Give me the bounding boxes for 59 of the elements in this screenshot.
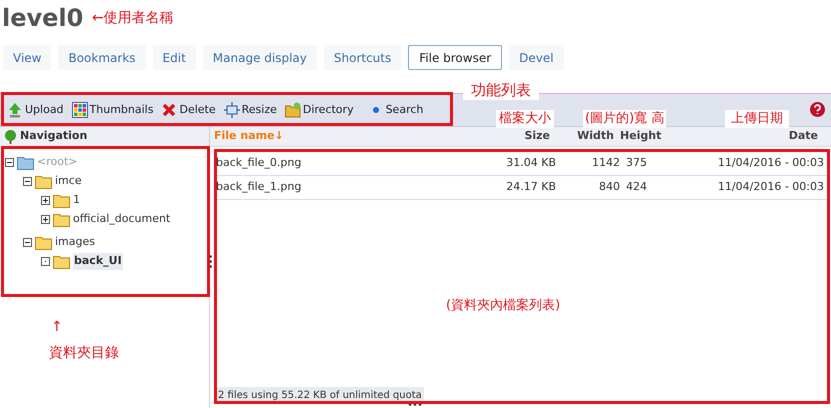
toggle-icon[interactable] bbox=[41, 257, 50, 266]
table-cell-text: 31.04 KB bbox=[505, 155, 556, 172]
toolbar-button[interactable]: Thumbnails bbox=[72, 102, 154, 118]
annotation: 資料夾目錄 bbox=[49, 344, 119, 362]
tab[interactable]: Devel bbox=[509, 45, 564, 70]
annotation: 上傳日期 bbox=[725, 110, 789, 128]
file-row[interactable]: back_file_1.png 24.17 KB 840 424 11/04/2016 - 00:03 bbox=[216, 176, 829, 200]
close-icon bbox=[161, 102, 178, 118]
toolbar-button[interactable]: Search bbox=[368, 102, 424, 118]
annotation: ←使用者名稱 bbox=[92, 9, 174, 27]
page-title: level0 bbox=[2, 4, 84, 32]
column-header[interactable]: Size bbox=[450, 128, 550, 145]
toggle-icon[interactable] bbox=[23, 177, 32, 186]
folder-name[interactable]: official_document bbox=[73, 211, 170, 228]
toggle-icon[interactable] bbox=[41, 196, 50, 205]
table-cell-text: back_file_0.png bbox=[216, 155, 302, 172]
panel-title: Navigation bbox=[20, 128, 88, 144]
table-cell-text: 840 bbox=[598, 179, 621, 196]
folder-name[interactable]: 1 bbox=[73, 192, 80, 209]
annotation: 功能列表 bbox=[463, 80, 539, 100]
table-cell-text: 24.17 KB bbox=[505, 179, 556, 196]
toolbar-button[interactable]: Upload bbox=[7, 102, 64, 118]
tab[interactable]: View bbox=[3, 45, 52, 70]
column-header[interactable]: Width bbox=[550, 128, 620, 145]
tab[interactable]: Edit bbox=[152, 45, 196, 70]
tab[interactable]: File browser bbox=[408, 45, 502, 70]
annotation: (資料夾內檔案列表) bbox=[446, 297, 560, 315]
tree-icon bbox=[4, 130, 17, 144]
toggle-icon[interactable] bbox=[41, 215, 50, 224]
table-cell-text: 424 bbox=[626, 179, 648, 196]
tab[interactable]: Shortcuts bbox=[324, 45, 402, 70]
annotation: ↑ bbox=[51, 318, 63, 336]
splitter-handle-icon[interactable] bbox=[209, 255, 212, 268]
upload-arrow-icon bbox=[7, 102, 23, 118]
table-cell-text: 11/04/2016 - 00:03 bbox=[716, 179, 824, 196]
toggle-icon[interactable] bbox=[5, 158, 14, 167]
column-header[interactable]: Date bbox=[670, 128, 818, 145]
table-cell-text: 11/04/2016 - 00:03 bbox=[716, 155, 824, 172]
toolbar-button[interactable]: Delete bbox=[161, 102, 216, 118]
folder-name[interactable]: imce bbox=[55, 173, 82, 190]
help-icon[interactable] bbox=[810, 102, 825, 117]
toolbar-button[interactable]: Directory bbox=[284, 102, 354, 118]
tab[interactable]: Manage display bbox=[202, 45, 317, 70]
folder-icon bbox=[284, 102, 301, 118]
table-cell-text: 375 bbox=[626, 155, 648, 172]
annotation: 檔案大小 bbox=[496, 110, 554, 128]
folder-name[interactable]: images bbox=[55, 234, 95, 251]
tab[interactable]: Bookmarks bbox=[58, 45, 146, 70]
file-row[interactable]: back_file_0.png 31.04 KB 1142 375 11/04/2016 - 00:03 bbox=[216, 152, 829, 176]
grid-icon bbox=[72, 102, 88, 118]
folder-name[interactable]: back_UI bbox=[73, 253, 123, 270]
splitter-handle-icon[interactable] bbox=[408, 403, 422, 406]
annotation: (圖片的)寬 高 bbox=[583, 110, 666, 128]
toggle-icon[interactable] bbox=[23, 238, 32, 247]
toolbar-button[interactable]: Resize bbox=[224, 102, 277, 118]
resize-icon bbox=[224, 102, 240, 118]
table-cell-text: 1142 bbox=[591, 155, 621, 172]
column-header[interactable]: Height bbox=[620, 128, 670, 145]
table-cell-text: back_file_1.png bbox=[216, 179, 302, 196]
